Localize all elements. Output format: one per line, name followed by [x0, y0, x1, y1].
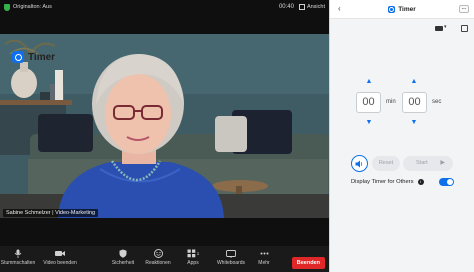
speaker-icon [355, 160, 363, 167]
whiteboards-button[interactable]: Whiteboards [214, 246, 248, 272]
participant-name-tag: Sabine Schmelzer | Video-Marketing [3, 209, 99, 217]
panel-more-button[interactable]: ... [459, 5, 469, 13]
minutes-up-arrow-icon[interactable]: ▲ [365, 78, 373, 86]
whiteboards-label: Whiteboards [216, 260, 246, 266]
reactions-button[interactable]: Reaktionen [142, 246, 174, 272]
panel-header-title: Timer [398, 5, 416, 13]
security-shield-icon [118, 249, 128, 258]
play-icon: ▶ [440, 160, 445, 166]
reset-button[interactable]: Reset [372, 156, 400, 171]
more-button[interactable]: Mehr [254, 246, 274, 272]
seconds-input[interactable]: 00 [402, 92, 427, 113]
smiley-icon [153, 249, 163, 258]
start-label: Start [416, 160, 428, 166]
mute-button[interactable]: Stummschalten [0, 246, 36, 272]
mute-label: Stummschalten [0, 260, 36, 266]
video-camera-icon [55, 249, 65, 258]
back-chevron-icon[interactable]: ‹ [338, 4, 341, 13]
security-button[interactable]: Sicherheit [108, 246, 138, 272]
security-label: Sicherheit [111, 260, 135, 266]
end-meeting-button[interactable]: Beenden [291, 257, 325, 269]
grid-view-icon [298, 4, 305, 10]
display-timer-label: Display Timer for Others [351, 179, 414, 185]
seconds-unit-label: sec [432, 99, 442, 105]
timer-title-label: Timer [28, 51, 56, 63]
meeting-top-bar: Originalton: Aus 00:40 Ansicht [0, 0, 329, 14]
minutes-unit-label: min [386, 99, 396, 105]
original-audio-label[interactable]: Originalton: Aus [13, 4, 52, 10]
timer-app-logo-icon [12, 51, 24, 63]
microphone-icon [13, 249, 23, 258]
meeting-area: Originalton: Aus 00:40 Ansicht Sabine Sc… [0, 0, 329, 272]
view-button[interactable]: Ansicht [298, 4, 325, 10]
panel-header: ‹ Timer ... [330, 0, 474, 19]
elapsed-time: 00:40 [278, 4, 294, 10]
apps-button[interactable]: 1 Apps [180, 246, 206, 272]
minutes-input[interactable]: 00 [356, 92, 381, 113]
stop-video-label: Video beenden [43, 260, 77, 266]
panel-subbar [330, 19, 474, 37]
display-timer-toggle[interactable] [439, 178, 454, 186]
timer-app-icon [388, 5, 396, 13]
reactions-label: Reaktionen [145, 260, 171, 266]
timer-panel: ‹ Timer ... [329, 0, 474, 272]
seconds-up-arrow-icon[interactable]: ▲ [410, 78, 418, 86]
shield-icon[interactable] [4, 3, 10, 11]
sound-button[interactable] [351, 155, 368, 172]
timer-title: Timer [12, 51, 55, 63]
more-dots-icon [259, 249, 269, 258]
zoom-window: Originalton: Aus 00:40 Ansicht Sabine Sc… [0, 0, 474, 272]
whiteboard-icon [226, 249, 236, 258]
camera-dropdown-icon[interactable] [435, 24, 447, 31]
display-timer-row: Display Timer for Others i [351, 178, 454, 186]
apps-count: 1 [196, 251, 200, 256]
start-button[interactable]: Start ▶ [403, 156, 453, 171]
info-icon[interactable]: i [417, 179, 424, 185]
minutes-down-arrow-icon[interactable]: ▼ [365, 119, 373, 127]
layout-icon[interactable] [461, 24, 468, 32]
apps-icon: 1 [185, 249, 201, 258]
seconds-down-arrow-icon[interactable]: ▼ [410, 119, 418, 127]
meeting-toolbar: Stummschalten Video beenden Sicherheit R… [0, 246, 329, 272]
stop-video-button[interactable]: Video beenden [40, 246, 80, 272]
apps-label: Apps [187, 260, 199, 266]
view-label: Ansicht [306, 4, 325, 10]
more-label: Mehr [258, 260, 270, 266]
